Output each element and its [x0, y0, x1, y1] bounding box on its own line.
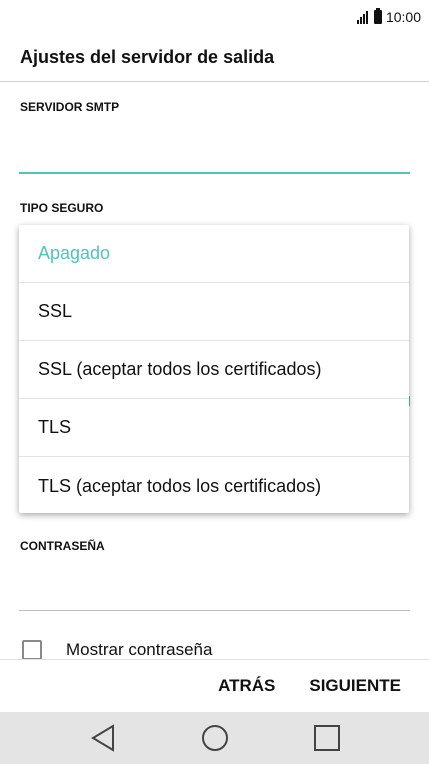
action-bar: ATRÁS SIGUIENTE	[0, 659, 429, 712]
system-nav-bar	[0, 712, 429, 764]
triangle-back-icon	[90, 724, 114, 752]
smtp-server-input[interactable]	[19, 130, 410, 170]
square-recents-icon	[313, 725, 340, 751]
password-label: CONTRASEÑA	[20, 539, 105, 553]
show-password-checkbox[interactable]	[22, 640, 42, 660]
battery-icon	[373, 8, 382, 24]
option-ssl-all-certs[interactable]: SSL (aceptar todos los certificados)	[19, 341, 409, 399]
security-type-label: TIPO SEGURO	[20, 201, 104, 215]
next-button[interactable]: SIGUIENTE	[309, 676, 401, 696]
smtp-server-underline	[19, 172, 410, 174]
home-nav-button[interactable]	[197, 720, 233, 756]
password-input[interactable]	[19, 568, 410, 606]
option-tls[interactable]: TLS	[19, 399, 409, 457]
option-tls-all-certs[interactable]: TLS (aceptar todos los certificados)	[19, 457, 409, 513]
show-password-row[interactable]: Mostrar contraseña	[22, 640, 212, 660]
status-time: 10:00	[385, 9, 421, 25]
back-nav-button[interactable]	[85, 720, 121, 756]
status-bar: 10:00	[0, 0, 429, 34]
option-ssl[interactable]: SSL	[19, 283, 409, 341]
back-button[interactable]: ATRÁS	[218, 676, 275, 696]
page-title: Ajustes del servidor de salida	[20, 47, 275, 67]
show-password-label: Mostrar contraseña	[66, 640, 213, 659]
option-apagado[interactable]: Apagado	[19, 225, 409, 283]
circle-home-icon	[201, 725, 228, 751]
recents-nav-button[interactable]	[309, 720, 345, 756]
app-header: Ajustes del servidor de salida	[0, 34, 429, 82]
password-underline	[19, 610, 410, 611]
smtp-server-label: SERVIDOR SMTP	[20, 100, 120, 114]
signal-icon	[356, 10, 368, 24]
security-type-dropdown: Apagado SSL SSL (aceptar todos los certi…	[19, 225, 409, 513]
